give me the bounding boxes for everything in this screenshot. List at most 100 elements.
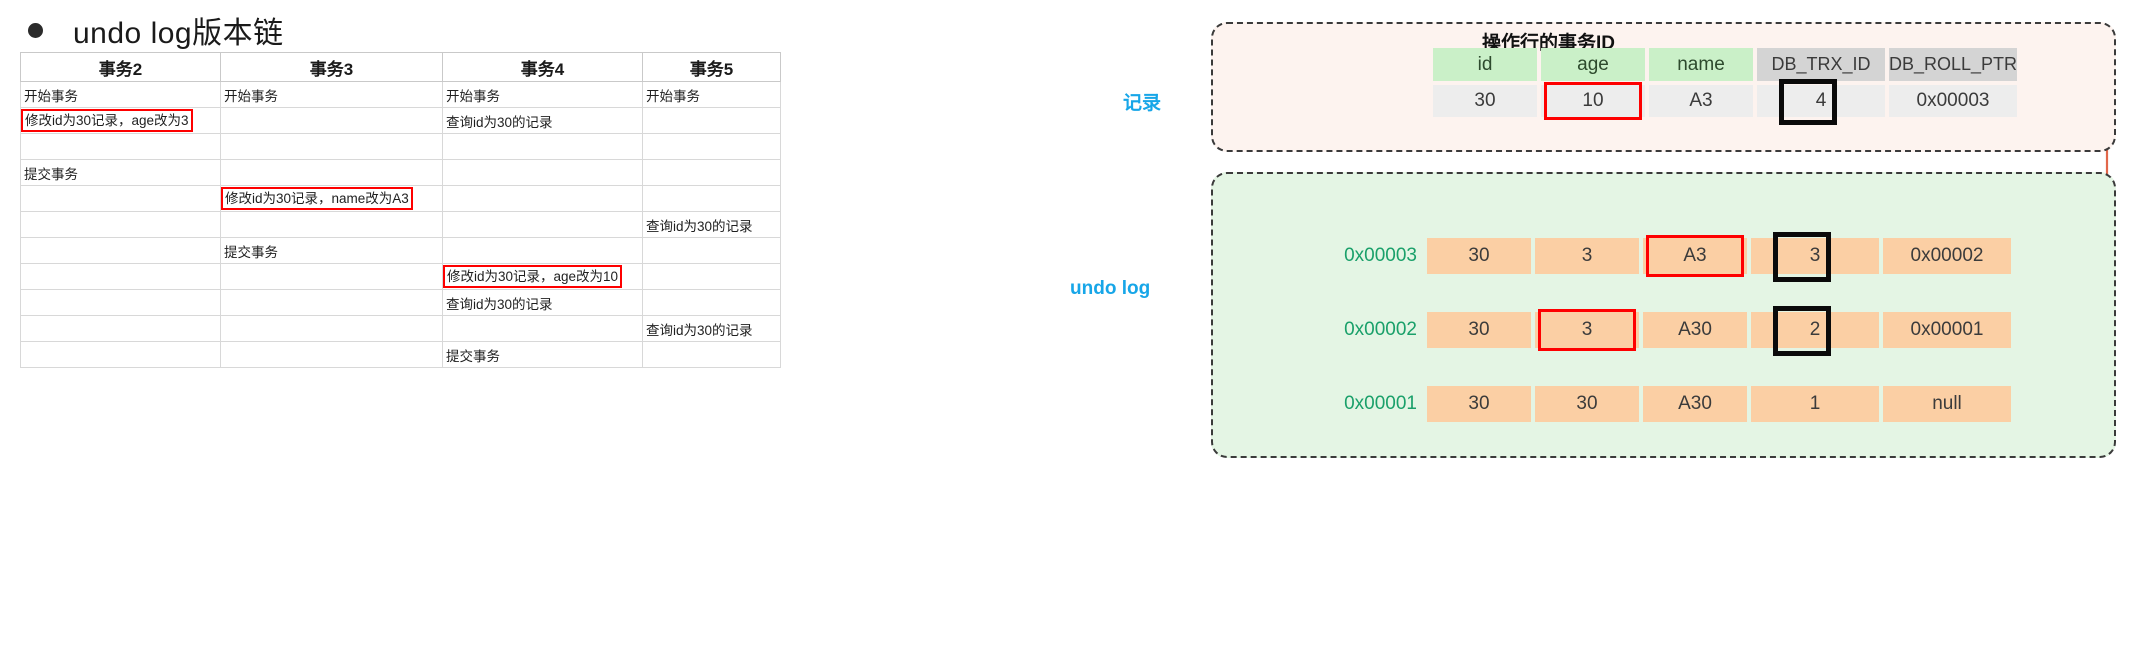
column-header-txn4: 事务4 (442, 52, 643, 82)
record-cell: 30 (1433, 85, 1537, 117)
table-cell (642, 289, 781, 316)
undo-log-row: 0x00002 30 3 A30 2 0x00001 (1323, 306, 2015, 356)
table-cell (442, 211, 643, 238)
undo-log-row: 0x00001 30 30 A30 1 null (1323, 386, 2015, 422)
undo-log-cell: A3 (1643, 235, 1747, 277)
undo-log-cell: 3 (1535, 309, 1639, 351)
table-cell (642, 133, 781, 160)
undo-log-cell-value: 1 (1809, 393, 1821, 414)
undo-log-cell: 1 (1751, 386, 1879, 422)
cell-text: 开始事务 (646, 88, 700, 104)
cell-text: 查询id为30的记录 (446, 296, 553, 312)
table-row: 提交事务 (20, 159, 781, 186)
undo-log-cell: null (1883, 386, 2011, 422)
table-cell (20, 211, 221, 238)
table-cell (20, 315, 221, 342)
table-cell: 提交事务 (442, 341, 643, 368)
cell-text: 开始事务 (446, 88, 500, 104)
table-cell (20, 133, 221, 160)
cell-text: 查询id为30的记录 (646, 218, 753, 234)
table-cell (442, 185, 643, 212)
record-section-label: 记录 (1123, 93, 1162, 114)
table-row: 修改id为30记录，name改为A3 (20, 185, 781, 212)
column-header-txn3: 事务3 (220, 52, 443, 82)
undo-log-cell: 2 (1751, 306, 1879, 356)
record-cell: 10 (1541, 82, 1645, 120)
column-header-txn2: 事务2 (20, 52, 221, 82)
table-cell: 开始事务 (20, 81, 221, 108)
undo-log-cell-value: 30 (1468, 319, 1490, 340)
table-cell: 查询id为30的记录 (642, 315, 781, 342)
table-cell (442, 237, 643, 264)
cell-text: 开始事务 (24, 88, 78, 104)
table-cell (220, 159, 443, 186)
record-cell-value: 0x00003 (1916, 90, 1990, 111)
undo-log-cell-value: 30 (1576, 393, 1598, 414)
undo-log-cell-value: null (1932, 393, 1962, 414)
table-row: 修改id为30记录，age改为3 查询id为30的记录 (20, 107, 781, 134)
table-cell (20, 185, 221, 212)
undo-log-cell-value: 30 (1468, 393, 1490, 414)
table-row: 提交事务 (20, 341, 781, 368)
table-cell (220, 315, 443, 342)
undo-log-cell-value: 3 (1581, 319, 1593, 340)
table-header-row: 事务2 事务3 事务4 事务5 (20, 52, 781, 82)
undo-log-cell-value: 0x00001 (1910, 319, 1984, 340)
table-cell: 查询id为30的记录 (642, 211, 781, 238)
table-cell (20, 263, 221, 290)
undo-log-cells: 30 3 A3 3 0x00002 (1427, 232, 2015, 282)
record-cell-value: 4 (1815, 90, 1827, 111)
cell-text: 查询id为30的记录 (446, 114, 553, 130)
record-column-header: id (1433, 48, 1537, 81)
table-row: 查询id为30的记录 (20, 315, 781, 342)
table-cell: 开始事务 (220, 81, 443, 108)
cell-text: 提交事务 (446, 348, 500, 364)
cell-text: 查询id为30的记录 (646, 322, 753, 338)
undo-log-row: 0x00003 30 3 A3 3 0x00002 (1323, 232, 2015, 282)
undo-log-cell: A30 (1643, 386, 1747, 422)
record-cell: 0x00003 (1889, 85, 2017, 117)
table-cell (220, 211, 443, 238)
undo-log-cell-value: 3 (1809, 245, 1821, 266)
undo-log-pointer: 0x00003 (1344, 245, 1417, 266)
record-cell-value: 30 (1474, 90, 1496, 111)
table-cell (642, 159, 781, 186)
undo-log-cell: 30 (1427, 312, 1531, 348)
cell-text: 提交事务 (24, 166, 78, 182)
undo-log-cells: 30 30 A30 1 null (1427, 386, 2015, 422)
cell-text: 提交事务 (224, 244, 278, 260)
undo-log-cell: 0x00002 (1883, 238, 2011, 274)
table-row: 开始事务 开始事务 开始事务 开始事务 (20, 81, 781, 108)
table-cell: 修改id为30记录，age改为3 (20, 107, 221, 134)
table-row: 查询id为30的记录 (20, 289, 781, 316)
table-cell: 开始事务 (642, 81, 781, 108)
record-value-row: 30 10 A3 4 0x00003 (1433, 79, 2021, 125)
undo-log-cell-value: 3 (1581, 245, 1593, 266)
undo-log-cells: 30 3 A30 2 0x00001 (1427, 306, 2015, 356)
table-cell (20, 289, 221, 316)
undo-log-cell: 0x00001 (1883, 312, 2011, 348)
table-cell (442, 133, 643, 160)
undo-log-cell: 30 (1427, 386, 1531, 422)
table-cell (642, 263, 781, 290)
table-cell: 查询id为30的记录 (442, 107, 643, 134)
highlighted-operation: 修改id为30记录，name改为A3 (221, 187, 413, 210)
undo-log-pointer: 0x00002 (1344, 319, 1417, 340)
undo-log-cell-value: 0x00002 (1910, 245, 1984, 266)
table-row: 提交事务 (20, 237, 781, 264)
undo-log-cell: 3 (1535, 238, 1639, 274)
record-column-header: DB_ROLL_PTR (1889, 48, 2017, 81)
undolog-section-label: undo log (1070, 278, 1151, 299)
column-header-txn5: 事务5 (642, 52, 781, 82)
table-cell (220, 107, 443, 134)
record-column-header: name (1649, 48, 1753, 81)
highlighted-operation: 修改id为30记录，age改为10 (443, 265, 623, 288)
table-cell (442, 315, 643, 342)
undo-log-cell-value: A30 (1678, 393, 1712, 414)
page-title: undo log版本链 (73, 17, 284, 50)
record-cell: A3 (1649, 85, 1753, 117)
table-cell: 查询id为30的记录 (442, 289, 643, 316)
undo-log-cell-value: 30 (1468, 245, 1490, 266)
undo-log-cell-value: A3 (1683, 245, 1707, 266)
undo-log-cell-value: A30 (1678, 319, 1712, 340)
